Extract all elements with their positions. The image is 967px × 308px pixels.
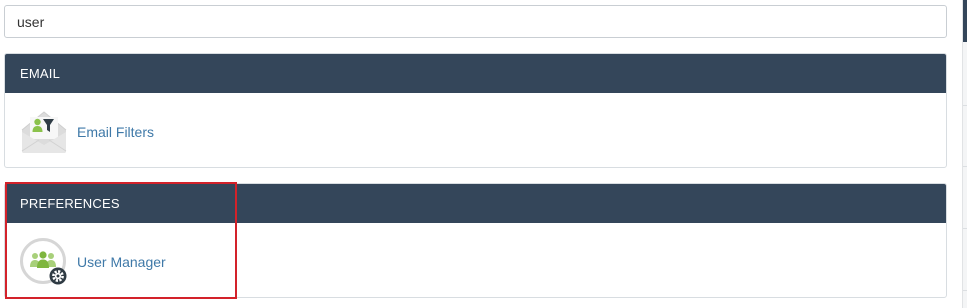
user-manager-icon: [19, 237, 69, 287]
right-edge-strip: [962, 0, 967, 308]
email-section-header: EMAIL: [5, 54, 946, 93]
user-manager-link[interactable]: User Manager: [19, 237, 166, 287]
right-edge-tab: [963, 0, 967, 42]
preferences-section-body: User Manager: [5, 223, 946, 297]
right-edge-divider: [963, 166, 967, 167]
right-edge-divider: [963, 290, 967, 291]
email-filters-label: Email Filters: [77, 124, 155, 140]
search-input[interactable]: [4, 5, 947, 38]
user-manager-label: User Manager: [77, 254, 166, 270]
email-section-body: Email Filters: [5, 93, 946, 167]
preferences-section: PREFERENCES User Manager: [4, 183, 947, 298]
email-filters-icon: [19, 107, 69, 157]
preferences-section-header: PREFERENCES: [5, 184, 946, 223]
email-section: EMAIL Email Filters: [4, 53, 947, 168]
right-edge-divider: [963, 105, 967, 106]
right-edge-divider: [963, 228, 967, 229]
email-filters-link[interactable]: Email Filters: [19, 107, 154, 157]
